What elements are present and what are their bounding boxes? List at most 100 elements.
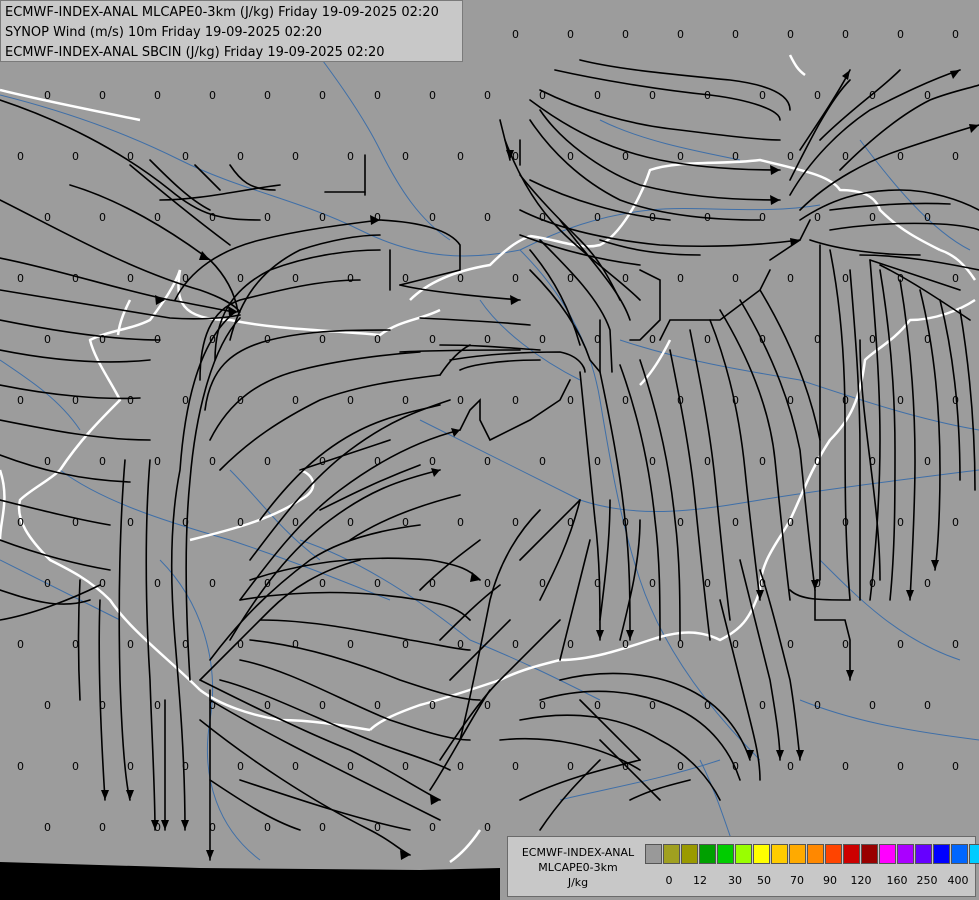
colorbar-swatch bbox=[861, 844, 878, 864]
sbcin-value-label: 0 bbox=[567, 272, 574, 285]
sbcin-value-label: 0 bbox=[594, 577, 601, 590]
sbcin-value-label: 0 bbox=[264, 577, 271, 590]
sbcin-value-label: 0 bbox=[704, 699, 711, 712]
sbcin-value-label: 0 bbox=[99, 455, 106, 468]
colorbar-swatch bbox=[735, 844, 752, 864]
sbcin-value-label: 0 bbox=[44, 577, 51, 590]
sbcin-value-label: 0 bbox=[17, 638, 24, 651]
sbcin-value-label: 0 bbox=[182, 638, 189, 651]
sbcin-value-label: 0 bbox=[292, 394, 299, 407]
sbcin-value-label: 0 bbox=[567, 516, 574, 529]
sbcin-value-label: 0 bbox=[209, 699, 216, 712]
sbcin-value-label: 0 bbox=[209, 455, 216, 468]
sbcin-value-label: 0 bbox=[704, 89, 711, 102]
sbcin-value-label: 0 bbox=[787, 760, 794, 773]
sbcin-value-label: 0 bbox=[952, 638, 959, 651]
sbcin-value-label: 0 bbox=[814, 333, 821, 346]
colorbar-tick-label: 250 bbox=[916, 874, 938, 887]
sbcin-value-label: 0 bbox=[154, 577, 161, 590]
colorbar-label-line2: MLCAPE0-3km bbox=[538, 861, 618, 874]
sbcin-value-label: 0 bbox=[374, 577, 381, 590]
sbcin-value-label: 0 bbox=[787, 150, 794, 163]
sbcin-value-label: 0 bbox=[512, 150, 519, 163]
sbcin-value-label: 0 bbox=[154, 89, 161, 102]
sbcin-value-label: 0 bbox=[127, 638, 134, 651]
sbcin-value-label: 0 bbox=[594, 699, 601, 712]
sbcin-value-label: 0 bbox=[402, 394, 409, 407]
sbcin-value-label: 0 bbox=[374, 821, 381, 834]
sbcin-value-label: 0 bbox=[924, 455, 931, 468]
sbcin-value-label: 0 bbox=[209, 89, 216, 102]
sbcin-value-label: 0 bbox=[374, 699, 381, 712]
sbcin-value-label: 0 bbox=[182, 516, 189, 529]
sbcin-value-label: 0 bbox=[897, 28, 904, 41]
sbcin-value-label: 0 bbox=[347, 638, 354, 651]
colorbar-swatch bbox=[933, 844, 950, 864]
sbcin-value-label: 0 bbox=[182, 150, 189, 163]
sbcin-value-label: 0 bbox=[374, 333, 381, 346]
sbcin-value-label: 0 bbox=[622, 28, 629, 41]
colorbar-swatch bbox=[807, 844, 824, 864]
sbcin-value-label: 0 bbox=[732, 760, 739, 773]
sbcin-value-label: 0 bbox=[704, 577, 711, 590]
sbcin-value-label: 0 bbox=[759, 333, 766, 346]
sbcin-value-label: 0 bbox=[842, 394, 849, 407]
sbcin-value-label: 0 bbox=[127, 394, 134, 407]
colorbar-swatch bbox=[699, 844, 716, 864]
sbcin-value-label: 0 bbox=[237, 760, 244, 773]
sbcin-value-label: 0 bbox=[869, 455, 876, 468]
sbcin-value-label: 0 bbox=[732, 272, 739, 285]
sbcin-value-label: 0 bbox=[512, 760, 519, 773]
sbcin-value-label: 0 bbox=[319, 211, 326, 224]
sbcin-value-label: 0 bbox=[539, 699, 546, 712]
sbcin-value-label: 0 bbox=[72, 150, 79, 163]
sbcin-value-label: 0 bbox=[732, 150, 739, 163]
sbcin-value-label: 0 bbox=[484, 211, 491, 224]
sbcin-value-label: 0 bbox=[759, 89, 766, 102]
sbcin-value-label: 0 bbox=[567, 638, 574, 651]
sbcin-value-label: 0 bbox=[869, 333, 876, 346]
sbcin-value-label: 0 bbox=[457, 638, 464, 651]
sbcin-value-label: 0 bbox=[319, 821, 326, 834]
sbcin-value-label: 0 bbox=[567, 760, 574, 773]
sbcin-value-label: 0 bbox=[952, 516, 959, 529]
sbcin-value-label: 0 bbox=[814, 455, 821, 468]
sbcin-value-label: 0 bbox=[594, 455, 601, 468]
sbcin-value-label: 0 bbox=[237, 272, 244, 285]
sbcin-value-label: 0 bbox=[264, 89, 271, 102]
sbcin-value-label: 0 bbox=[44, 699, 51, 712]
sbcin-value-label: 0 bbox=[292, 150, 299, 163]
sbcin-value-label: 0 bbox=[512, 638, 519, 651]
sbcin-value-label: 0 bbox=[897, 394, 904, 407]
sbcin-value-label: 0 bbox=[182, 394, 189, 407]
map-background bbox=[0, 0, 979, 900]
sbcin-value-label: 0 bbox=[842, 760, 849, 773]
colorbar-swatch bbox=[915, 844, 932, 864]
sbcin-value-label: 0 bbox=[319, 699, 326, 712]
sbcin-value-label: 0 bbox=[649, 333, 656, 346]
sbcin-value-label: 0 bbox=[209, 821, 216, 834]
sbcin-value-label: 0 bbox=[484, 821, 491, 834]
sbcin-value-label: 0 bbox=[759, 577, 766, 590]
colorbar-swatch bbox=[663, 844, 680, 864]
sbcin-value-label: 0 bbox=[182, 760, 189, 773]
sbcin-value-label: 0 bbox=[787, 394, 794, 407]
sbcin-value-label: 0 bbox=[292, 272, 299, 285]
sbcin-value-label: 0 bbox=[429, 821, 436, 834]
sbcin-value-label: 0 bbox=[17, 150, 24, 163]
sbcin-value-label: 0 bbox=[924, 577, 931, 590]
colorbar-swatch bbox=[645, 844, 662, 864]
sbcin-value-label: 0 bbox=[72, 272, 79, 285]
sbcin-value-label: 0 bbox=[374, 455, 381, 468]
sbcin-value-label: 0 bbox=[759, 211, 766, 224]
sbcin-value-label: 0 bbox=[924, 89, 931, 102]
sbcin-value-label: 0 bbox=[72, 760, 79, 773]
sbcin-value-label: 0 bbox=[622, 272, 629, 285]
sbcin-value-label: 0 bbox=[99, 699, 106, 712]
sbcin-value-label: 0 bbox=[292, 516, 299, 529]
sbcin-value-label: 0 bbox=[759, 699, 766, 712]
sbcin-value-label: 0 bbox=[402, 150, 409, 163]
sbcin-value-label: 0 bbox=[952, 760, 959, 773]
sbcin-value-label: 0 bbox=[924, 211, 931, 224]
sbcin-value-label: 0 bbox=[539, 211, 546, 224]
